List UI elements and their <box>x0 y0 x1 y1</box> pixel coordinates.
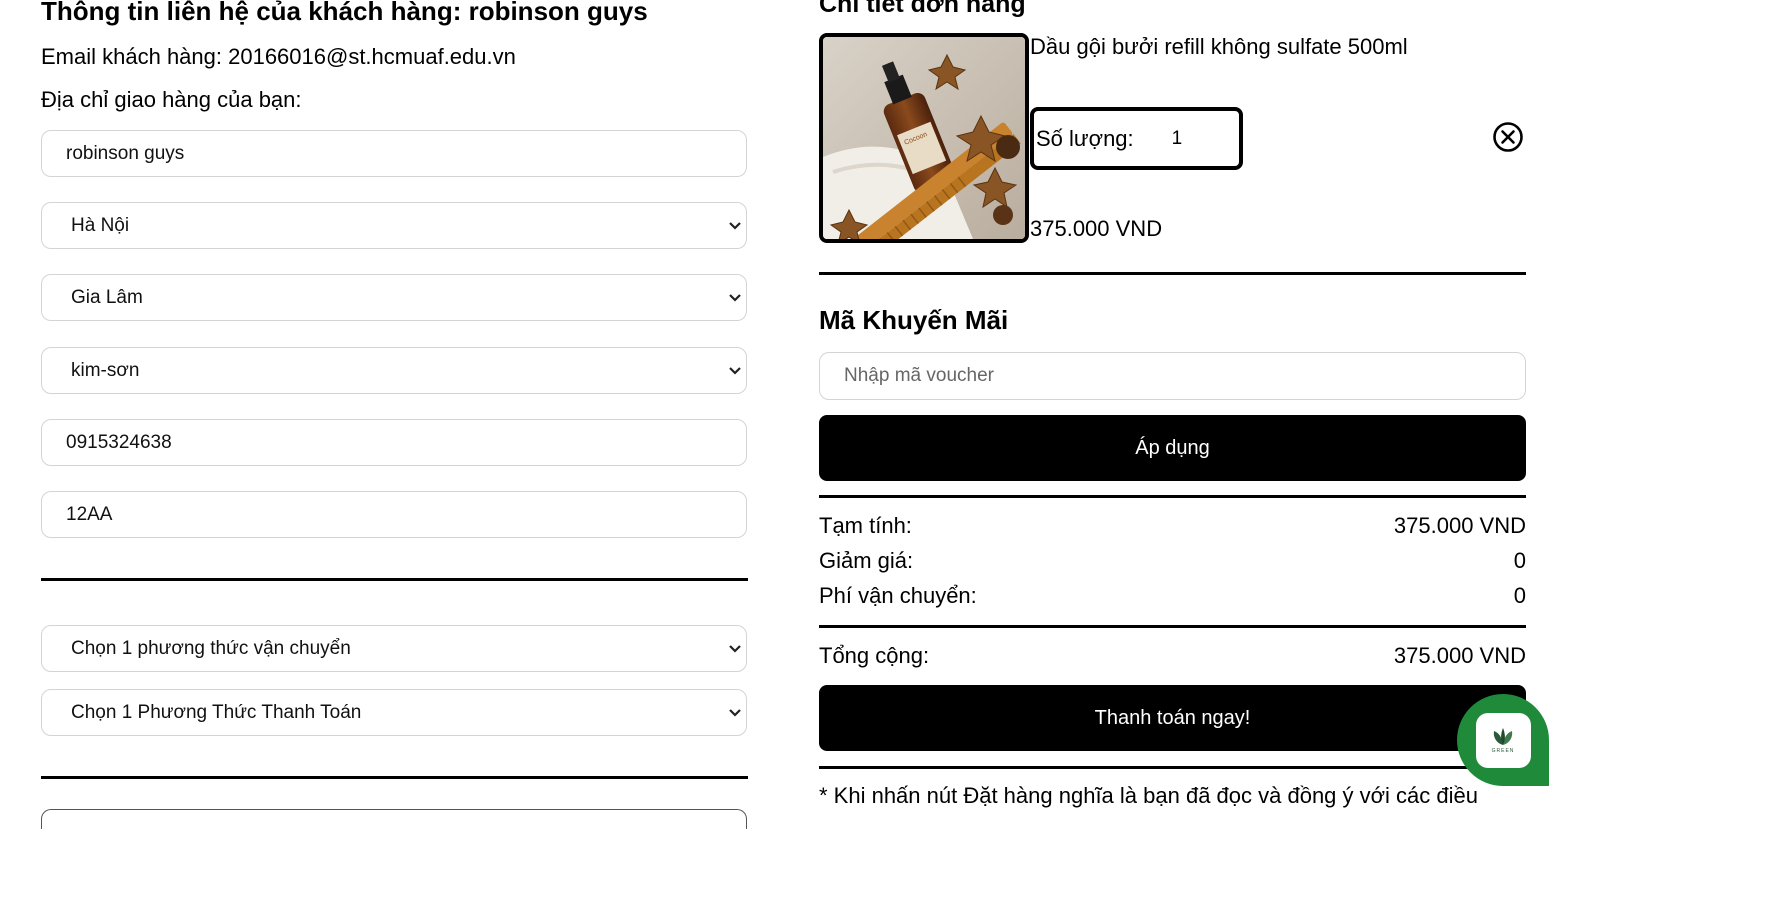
ward-select[interactable]: kim-sơn <box>41 347 747 394</box>
district-select[interactable]: Gia Lâm <box>41 274 747 321</box>
payment-method-select[interactable]: Chọn 1 Phương Thức Thanh Toán <box>41 689 747 736</box>
divider <box>819 272 1526 275</box>
chevron-down-icon <box>729 366 741 375</box>
chevron-down-icon <box>729 293 741 302</box>
product-name: Dầu gội bưởi refill không sulfate 500ml <box>1030 34 1408 59</box>
street-address-input[interactable] <box>41 491 747 538</box>
province-select[interactable]: Hà Nội <box>41 202 747 249</box>
quantity-field[interactable]: Số lượng: <box>1030 107 1243 170</box>
total-value: 375.000 VND <box>1393 643 1526 668</box>
customer-email: Email khách hàng: 20166016@st.hcmuaf.edu… <box>41 44 516 69</box>
divider <box>41 578 748 581</box>
shipping-fee-row: Phí vận chuyển: 0 <box>819 583 1526 609</box>
shipping-fee-value: 0 <box>1513 583 1526 608</box>
promo-title: Mã Khuyến Mãi <box>819 305 1009 335</box>
product-image: Cocoon <box>819 33 1029 243</box>
shipping-address-label: Địa chỉ giao hàng của bạn: <box>41 87 302 112</box>
divider <box>41 776 748 779</box>
quantity-label: Số lượng: <box>1036 125 1134 151</box>
contact-title: Thông tin liên hệ của khách hàng: robins… <box>41 0 648 26</box>
voucher-input[interactable] <box>819 352 1526 400</box>
shipping-method-select[interactable]: Chọn 1 phương thức vận chuyển <box>41 625 747 672</box>
chevron-down-icon <box>729 644 741 653</box>
phone-input[interactable] <box>41 419 747 466</box>
district-selected-value: Gia Lâm <box>71 286 143 308</box>
discount-row: Giảm giá: 0 <box>819 548 1526 574</box>
quantity-input[interactable] <box>1169 126 1214 151</box>
apply-voucher-button[interactable]: Áp dụng <box>819 415 1526 481</box>
terms-note: * Khi nhấn nút Đặt hàng nghĩa là bạn đã … <box>819 783 1479 808</box>
subtotal-row: Tạm tính: 375.000 VND <box>819 513 1526 539</box>
shipping-fee-label: Phí vận chuyển: <box>819 583 977 608</box>
checkout-button[interactable]: Thanh toán ngay! <box>819 685 1526 751</box>
total-label: Tổng cộng: <box>819 643 930 668</box>
product-photo: Cocoon <box>823 37 1025 239</box>
shipping-method-selected-value: Chọn 1 phương thức vận chuyển <box>71 637 351 659</box>
product-price: 375.000 VND <box>1030 216 1163 241</box>
leaf-logo-icon <box>1493 727 1513 745</box>
chevron-down-icon <box>729 708 741 717</box>
divider <box>819 495 1526 498</box>
subtotal-value: 375.000 VND <box>1393 513 1526 538</box>
divider <box>819 625 1526 628</box>
ward-selected-value: kim-sơn <box>71 359 140 381</box>
customer-name-input[interactable] <box>41 130 747 177</box>
chat-widget-button[interactable]: GREEN <box>1457 694 1549 786</box>
subtotal-label: Tạm tính: <box>819 513 912 538</box>
chat-logo-text: GREEN <box>1491 747 1515 754</box>
payment-method-selected-value: Chọn 1 Phương Thức Thanh Toán <box>71 701 362 723</box>
province-selected-value: Hà Nội <box>71 214 130 236</box>
next-field-partial[interactable] <box>41 809 747 829</box>
chat-logo: GREEN <box>1475 712 1531 768</box>
order-detail-title: Chi tiết đơn hàng <box>819 0 1026 18</box>
discount-value: 0 <box>1513 548 1526 573</box>
chevron-down-icon <box>729 221 741 230</box>
discount-label: Giảm giá: <box>819 548 914 573</box>
divider <box>819 766 1526 769</box>
total-row: Tổng cộng: 375.000 VND <box>819 643 1526 669</box>
remove-item-icon[interactable] <box>1492 121 1524 153</box>
